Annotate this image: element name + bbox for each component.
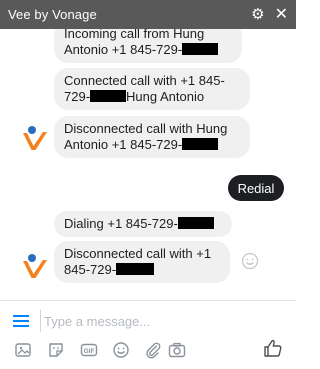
bot-message: Dialing +1 845-729- — [54, 211, 232, 237]
close-icon[interactable]: ✕ — [275, 6, 288, 23]
chat-header: Vee by Vonage ⚙ ✕ — [0, 0, 296, 29]
image-icon[interactable] — [14, 341, 32, 359]
message-line: Disconnected call with +1 — [64, 246, 212, 261]
emoji-icon[interactable] — [112, 341, 130, 359]
message-line: Disconnected call with Hung — [64, 121, 228, 136]
bot-message: Incoming call from Hung Antonio +1 845-7… — [54, 29, 242, 63]
gif-icon[interactable]: GIF — [80, 341, 98, 359]
bot-message: Connected call with +1 845- 729- Hung Ant… — [54, 68, 250, 110]
menu-icon[interactable] — [13, 314, 29, 328]
message-text: Antonio +1 845-729- — [64, 42, 183, 57]
svg-text:GIF: GIF — [84, 348, 95, 355]
message-text: 729- — [64, 89, 91, 104]
thumbs-up-icon[interactable] — [263, 338, 283, 358]
message-input[interactable] — [40, 310, 244, 332]
chat-title: Vee by Vonage — [8, 7, 97, 22]
header-actions: ⚙ ✕ — [251, 6, 288, 23]
vonage-avatar-icon — [23, 126, 47, 150]
message-line: 729- Hung Antonio — [64, 89, 240, 105]
message-line: Antonio +1 845-729- — [64, 137, 240, 153]
attachment-icon[interactable] — [144, 341, 162, 359]
redacted-text — [116, 263, 155, 275]
message-list: Incoming call from Hung Antonio +1 845-7… — [0, 29, 296, 300]
message-line: 845-729- — [64, 262, 220, 278]
sticker-icon[interactable] — [47, 341, 65, 359]
message-text: Hung Antonio — [126, 89, 205, 104]
redacted-text — [90, 90, 127, 102]
redacted-text — [182, 43, 219, 55]
redacted-text — [177, 217, 214, 229]
user-message-redial: Redial — [228, 175, 284, 201]
vonage-avatar-icon — [23, 254, 47, 278]
message-line: Antonio +1 845-729- — [64, 42, 232, 58]
bot-message: Disconnected call with Hung Antonio +1 8… — [54, 116, 250, 158]
message-text: 845-729- — [64, 262, 117, 277]
message-text: Antonio +1 845-729- — [64, 137, 183, 152]
message-line: Dialing +1 845-729- — [64, 216, 222, 232]
bot-message: Disconnected call with +1 845-729- — [54, 241, 230, 283]
composer-divider — [0, 300, 296, 301]
reaction-emoji-icon[interactable] — [241, 252, 259, 270]
message-text: Dialing +1 845-729- — [64, 216, 178, 231]
message-line: Connected call with +1 845- — [64, 73, 225, 88]
camera-icon[interactable] — [168, 341, 186, 359]
message-line: Incoming call from Hung — [64, 29, 205, 41]
redacted-text — [182, 138, 219, 150]
gear-icon[interactable]: ⚙ — [251, 7, 264, 22]
